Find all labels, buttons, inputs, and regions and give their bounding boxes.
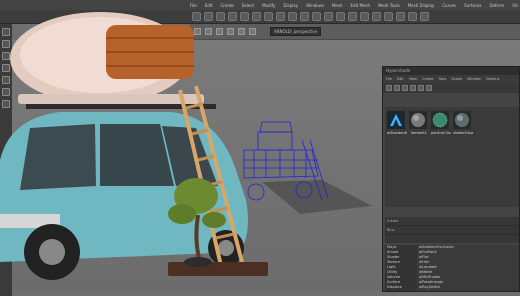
swatch-label: particleCloud1 bbox=[431, 131, 451, 135]
category-item[interactable]: Displace bbox=[385, 285, 417, 290]
hypershade-menubar: File Edit View Create Tabs Graph Window … bbox=[383, 75, 519, 83]
swatch-label: shaderGlow1 bbox=[453, 131, 473, 135]
tool-icon[interactable] bbox=[386, 85, 392, 91]
sphere-icon bbox=[409, 111, 427, 129]
hypershade-toolbar bbox=[383, 83, 519, 93]
swatch-label: aiStandardSurf... bbox=[387, 131, 407, 135]
hs-menu-item[interactable]: Graph bbox=[451, 77, 462, 81]
material-swatch[interactable]: particleCloud1 bbox=[431, 111, 451, 139]
material-swatch[interactable]: aiStandardSurf... bbox=[387, 111, 407, 139]
tool-icon[interactable] bbox=[426, 85, 432, 91]
node-item[interactable]: aiRaySwitch bbox=[417, 285, 519, 290]
sphere-icon bbox=[453, 111, 471, 129]
create-panel-header: Create Bins bbox=[385, 217, 519, 243]
tool-icon[interactable] bbox=[410, 85, 416, 91]
hs-menu-item[interactable]: Edit bbox=[397, 77, 404, 81]
hypershade-window[interactable]: Hypershade File Edit View Create Tabs Gr… bbox=[382, 66, 520, 292]
arnold-icon bbox=[387, 111, 405, 129]
hs-menu-item[interactable]: Tabs bbox=[439, 77, 447, 81]
bins-tab[interactable]: Bins bbox=[385, 226, 519, 235]
create-tab[interactable]: Create bbox=[385, 217, 519, 226]
node-list: aiAmbientOcclusion aiCarPaint aiFlat aiH… bbox=[417, 245, 519, 291]
material-browser: aiStandardSurf... lambert1 particleCloud… bbox=[385, 107, 519, 207]
node-categories: Maya Arnold Shader Texture Light Utility… bbox=[385, 245, 417, 291]
hs-menu-item[interactable]: Options bbox=[486, 77, 500, 81]
tool-icon[interactable] bbox=[418, 85, 424, 91]
hs-menu-item[interactable]: File bbox=[386, 77, 392, 81]
tool-icon[interactable] bbox=[394, 85, 400, 91]
roof-rack bbox=[18, 94, 204, 104]
material-swatch[interactable]: shaderGlow1 bbox=[453, 111, 473, 139]
material-swatch[interactable]: lambert1 bbox=[409, 111, 429, 139]
tool-icon[interactable] bbox=[402, 85, 408, 91]
hypershade-title: Hypershade bbox=[383, 67, 519, 75]
swatch-label: lambert1 bbox=[411, 131, 427, 135]
hs-menu-item[interactable]: Window bbox=[467, 77, 481, 81]
hs-menu-item[interactable]: Create bbox=[422, 77, 434, 81]
car-window bbox=[20, 124, 96, 190]
hs-menu-item[interactable]: View bbox=[409, 77, 417, 81]
create-panel: Maya Arnold Shader Texture Light Utility… bbox=[385, 245, 519, 291]
sphere-icon bbox=[431, 111, 449, 129]
